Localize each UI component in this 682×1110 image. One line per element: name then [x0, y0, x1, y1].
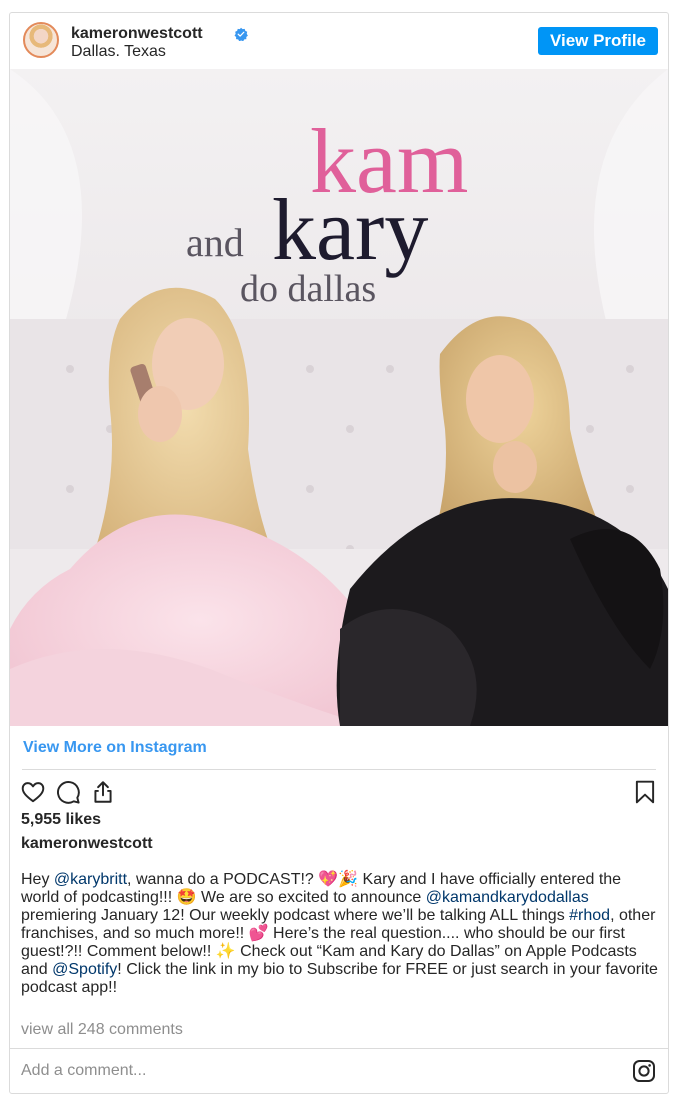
cover-title-kary: kary [272, 182, 428, 279]
view-all-comments-link[interactable]: view all 248 comments [21, 1021, 183, 1039]
heart-icon[interactable] [20, 779, 46, 805]
location[interactable]: Dallas. Texas [71, 43, 166, 61]
instagram-icon[interactable] [632, 1059, 656, 1083]
divider [22, 769, 656, 770]
instagram-embed-card: kameronwestcott Dallas. Texas View Profi… [9, 12, 669, 1094]
view-profile-button[interactable]: View Profile [537, 27, 658, 55]
avatar[interactable] [23, 22, 59, 58]
mention-link[interactable]: @karybritt [54, 871, 127, 888]
bookmark-icon[interactable] [632, 779, 658, 805]
divider [10, 1048, 668, 1049]
caption-username[interactable]: kameronwestcott [21, 835, 153, 853]
comment-icon[interactable] [55, 779, 81, 805]
cover-title-and: and [186, 220, 244, 265]
caption-text: Hey @karybritt, wanna do a PODCAST!? 💖🎉 … [21, 871, 658, 996]
post-image[interactable]: kam and kary do dallas [10, 69, 668, 726]
verified-badge-icon [234, 27, 248, 41]
hashtag-link[interactable]: #rhod [569, 907, 610, 924]
add-comment-field[interactable]: Add a comment... [21, 1062, 146, 1080]
mention-link[interactable]: @Spotify [52, 961, 117, 978]
mention-link[interactable]: @kamandkarydodallas [426, 889, 589, 906]
share-icon[interactable] [90, 779, 116, 805]
view-more-link[interactable]: View More on Instagram [23, 739, 207, 757]
likes-count[interactable]: 5,955 likes [21, 811, 101, 829]
podcast-cover-art: kam and kary do dallas [10, 69, 668, 726]
post-header: kameronwestcott Dallas. Texas View Profi… [10, 13, 668, 69]
username[interactable]: kameronwestcott [71, 25, 203, 43]
cover-title-do-dallas: do dallas [240, 268, 376, 310]
